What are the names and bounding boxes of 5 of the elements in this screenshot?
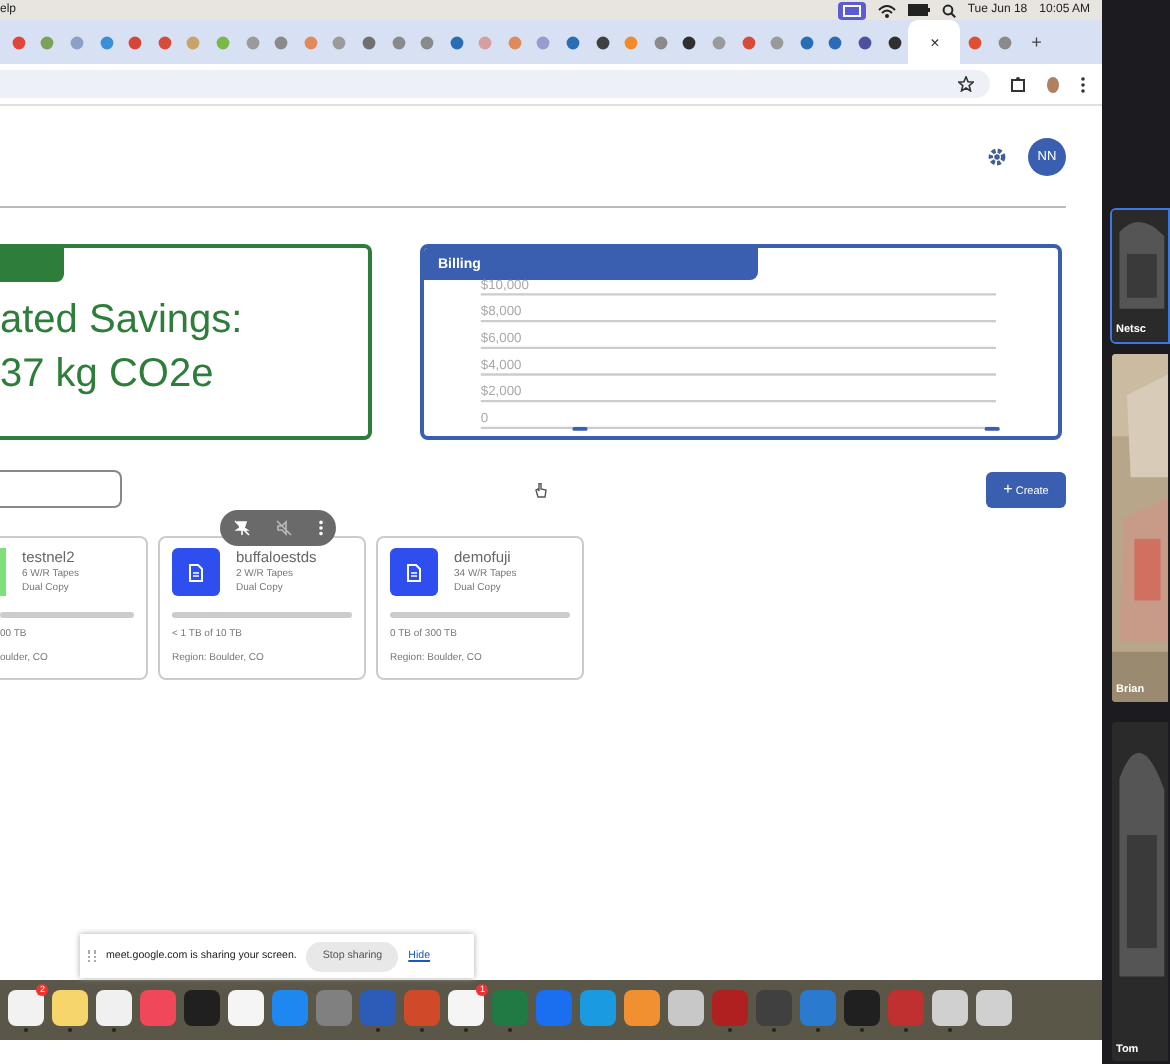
tab-close-button[interactable]: × [930,33,940,51]
browser-tab[interactable]: × [908,20,961,64]
savings-text: ated Savings: [0,296,243,346]
savings-value: 37 kg CO2e [0,350,214,400]
new-tab-button[interactable]: + [1031,32,1042,52]
